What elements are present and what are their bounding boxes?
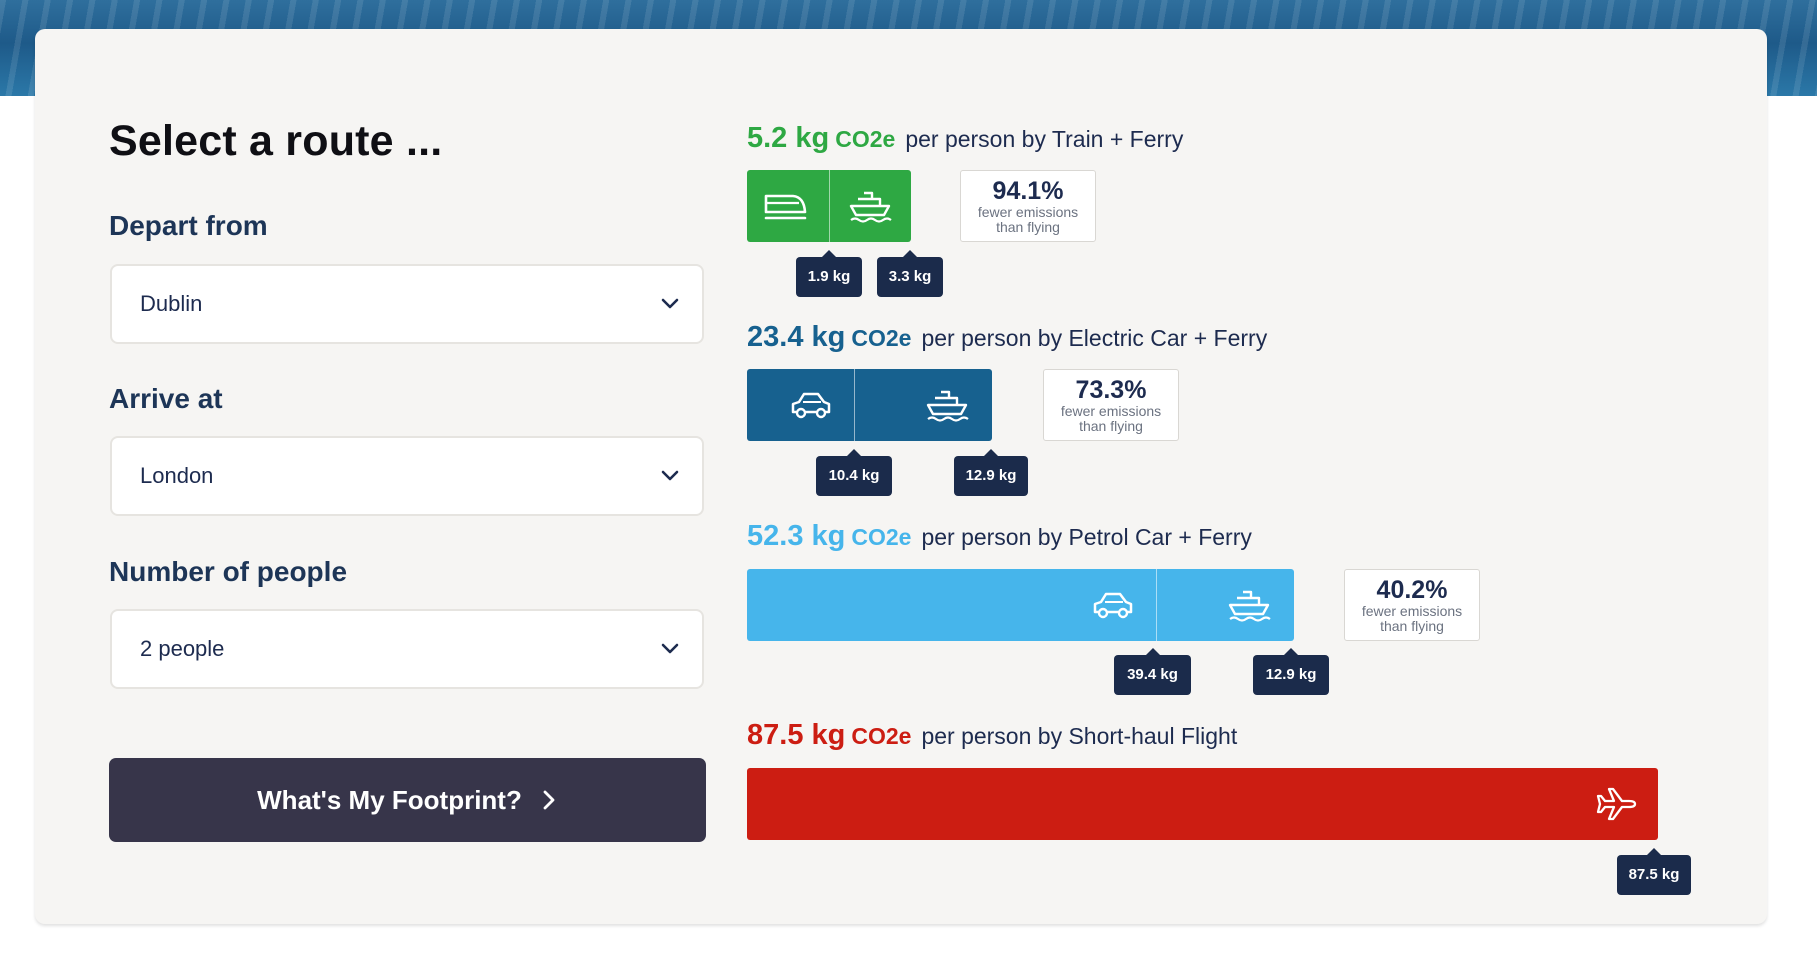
savings-percent: 94.1%: [992, 177, 1064, 205]
depart-value: Dublin: [140, 291, 203, 316]
people-label: Number of people: [109, 556, 348, 587]
route-description: per person by Short-haul Flight: [921, 723, 1238, 749]
segment-tooltip: 87.5 kg: [1617, 848, 1691, 895]
depart-label: Depart from: [109, 210, 268, 241]
segment-tooltip: 12.9 kg: [954, 449, 1028, 496]
savings-text-line2: than flying: [1380, 618, 1444, 634]
savings-percent: 73.3%: [1075, 376, 1147, 404]
arrive-label: Arrive at: [109, 383, 223, 414]
route-unit: CO2e: [851, 723, 912, 749]
chevron-down-icon: [661, 643, 679, 654]
savings-badge: 73.3% fewer emissions than flying: [1043, 369, 1179, 441]
route-unit: CO2e: [835, 126, 896, 152]
route-title-train-ferry: 5.2 kg CO2e per person by Train + Ferry: [747, 122, 1183, 155]
segment-divider: [829, 170, 830, 242]
car-icon: [791, 392, 831, 419]
route-unit: CO2e: [851, 325, 912, 351]
emissions-bar-flight: [747, 768, 1658, 840]
route-description: per person by Electric Car + Ferry: [921, 325, 1268, 351]
emissions-bar-electric-car-ferry: [747, 369, 992, 441]
chevron-down-icon: [661, 470, 679, 481]
people-select[interactable]: 2 people: [110, 609, 704, 689]
savings-text-line2: than flying: [996, 219, 1060, 235]
route-description: per person by Petrol Car + Ferry: [921, 524, 1252, 550]
savings-percent: 40.2%: [1376, 576, 1448, 604]
savings-badge: 94.1% fewer emissions than flying: [960, 170, 1096, 242]
route-total: 52.3 kg: [747, 520, 846, 552]
footprint-submit-label: What's My Footprint?: [257, 784, 522, 815]
segment-divider: [854, 369, 855, 441]
people-value: 2 people: [140, 636, 225, 661]
route-description: per person by Train + Ferry: [905, 126, 1184, 152]
ferry-icon: [926, 390, 969, 422]
savings-badge: 40.2% fewer emissions than flying: [1344, 569, 1480, 641]
segment-tooltip: 10.4 kg: [816, 449, 892, 496]
segment-tooltip: 3.3 kg: [877, 250, 943, 297]
segment-tooltip: 1.9 kg: [796, 250, 862, 297]
savings-text-line2: than flying: [1079, 418, 1143, 434]
segment-tooltip: 39.4 kg: [1114, 648, 1191, 695]
savings-text-line1: fewer emissions: [1060, 403, 1162, 419]
route-title-flight: 87.5 kg CO2e per person by Short-haul Flig…: [747, 719, 1237, 752]
segment-divider: [1156, 569, 1157, 641]
car-icon: [1093, 592, 1133, 619]
emissions-bar-petrol-car-ferry: [747, 569, 1294, 641]
emissions-bar-train-ferry: [747, 170, 911, 242]
arrive-value: London: [140, 463, 214, 488]
plane-icon: [1596, 787, 1637, 821]
route-title-electric-car-ferry: 23.4 kg CO2e per person by Electric Car + …: [747, 321, 1267, 354]
route-total: 87.5 kg: [747, 719, 846, 751]
route-total: 5.2 kg: [747, 122, 830, 154]
train-icon: [764, 194, 807, 220]
arrive-select[interactable]: London: [110, 436, 704, 516]
depart-select[interactable]: Dublin: [110, 264, 704, 344]
savings-text-line1: fewer emissions: [977, 204, 1079, 220]
ferry-icon: [1228, 590, 1271, 622]
chevron-right-icon: [543, 790, 555, 810]
footprint-submit-button[interactable]: What's My Footprint?: [109, 758, 706, 842]
savings-text-line1: fewer emissions: [1361, 603, 1463, 619]
route-title-petrol-car-ferry: 52.3 kg CO2e per person by Petrol Car + Fe…: [747, 520, 1252, 553]
ferry-icon: [849, 191, 892, 223]
page-title: Select a route ...: [109, 117, 443, 165]
chevron-down-icon: [661, 298, 679, 309]
route-total: 23.4 kg: [747, 321, 846, 353]
segment-tooltip: 12.9 kg: [1253, 648, 1329, 695]
route-unit: CO2e: [851, 524, 912, 550]
